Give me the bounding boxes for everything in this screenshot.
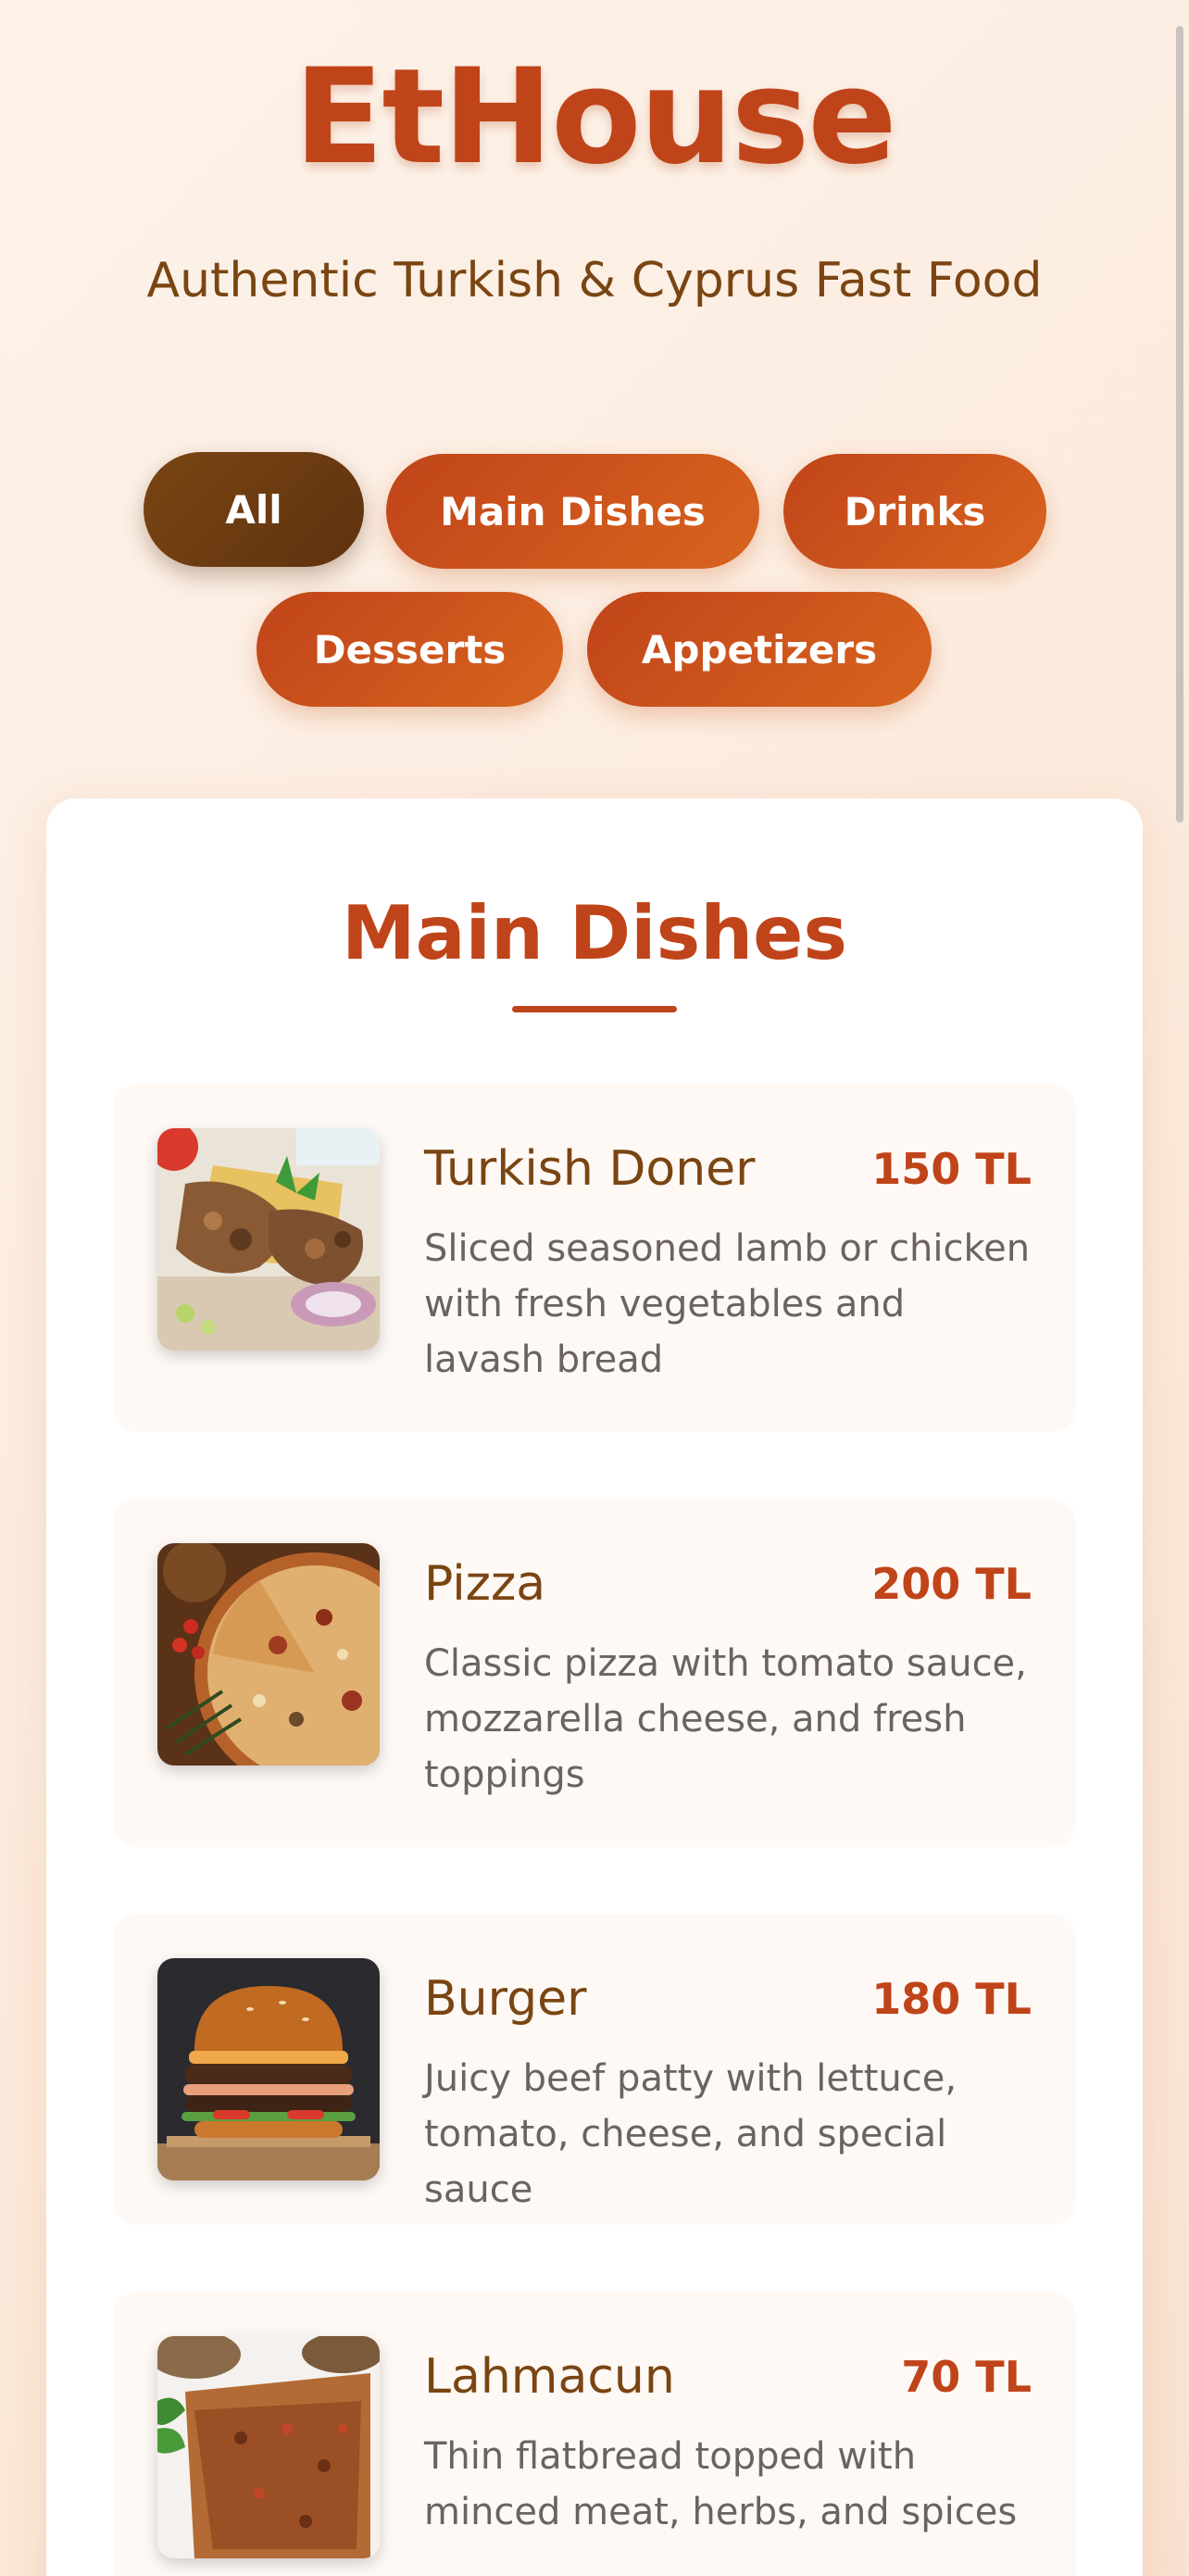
section-title-underline (512, 1006, 677, 1012)
tab-desserts[interactable]: Desserts (257, 592, 563, 707)
menu-item[interactable]: Turkish Doner 150 TL Sliced seasoned lam… (113, 1084, 1076, 1432)
pizza-photo (157, 1543, 380, 1766)
scrollbar[interactable] (1172, 0, 1189, 2576)
item-description: Thin flatbread topped with minced meat, … (424, 2435, 1018, 2533)
lahmacun-photo (157, 2336, 380, 2558)
menu-item[interactable]: Burger 180 TL Juicy beef patty with lett… (113, 1914, 1076, 2225)
tab-all[interactable]: All (144, 452, 364, 567)
item-name: Burger (424, 1971, 587, 2027)
doner-photo (157, 1128, 380, 1351)
menu-section-card: Main Dishes Turkish Doner 150 TL Sliced … (46, 798, 1143, 2576)
item-description: Sliced seasoned lamb or chicken with fre… (424, 1227, 1031, 1381)
site-tagline: Authentic Turkish & Cyprus Fast Food (146, 253, 1043, 308)
burger-photo (157, 1958, 380, 2180)
site-title: EtHouse (294, 41, 896, 194)
menu-item[interactable]: Lahmacun 70 TL Thin flatbread topped wit… (113, 2292, 1076, 2576)
item-description: Classic pizza with tomato sauce, mozzare… (424, 1642, 1027, 1796)
tab-main-dishes[interactable]: Main Dishes (386, 454, 759, 569)
item-price: 70 TL (901, 2352, 1032, 2402)
item-name: Lahmacun (424, 2349, 675, 2405)
item-price: 150 TL (871, 1144, 1032, 1194)
tab-appetizers[interactable]: Appetizers (587, 592, 932, 707)
item-name: Turkish Doner (424, 1141, 756, 1197)
menu-item[interactable]: Pizza 200 TL Classic pizza with tomato s… (113, 1499, 1076, 1847)
item-price: 200 TL (871, 1559, 1032, 1609)
tab-drinks[interactable]: Drinks (783, 454, 1046, 569)
item-price: 180 TL (871, 1974, 1032, 2024)
item-name: Pizza (424, 1556, 546, 1612)
section-title: Main Dishes (341, 890, 848, 976)
item-description: Juicy beef patty with lettuce, tomato, c… (424, 2057, 957, 2211)
